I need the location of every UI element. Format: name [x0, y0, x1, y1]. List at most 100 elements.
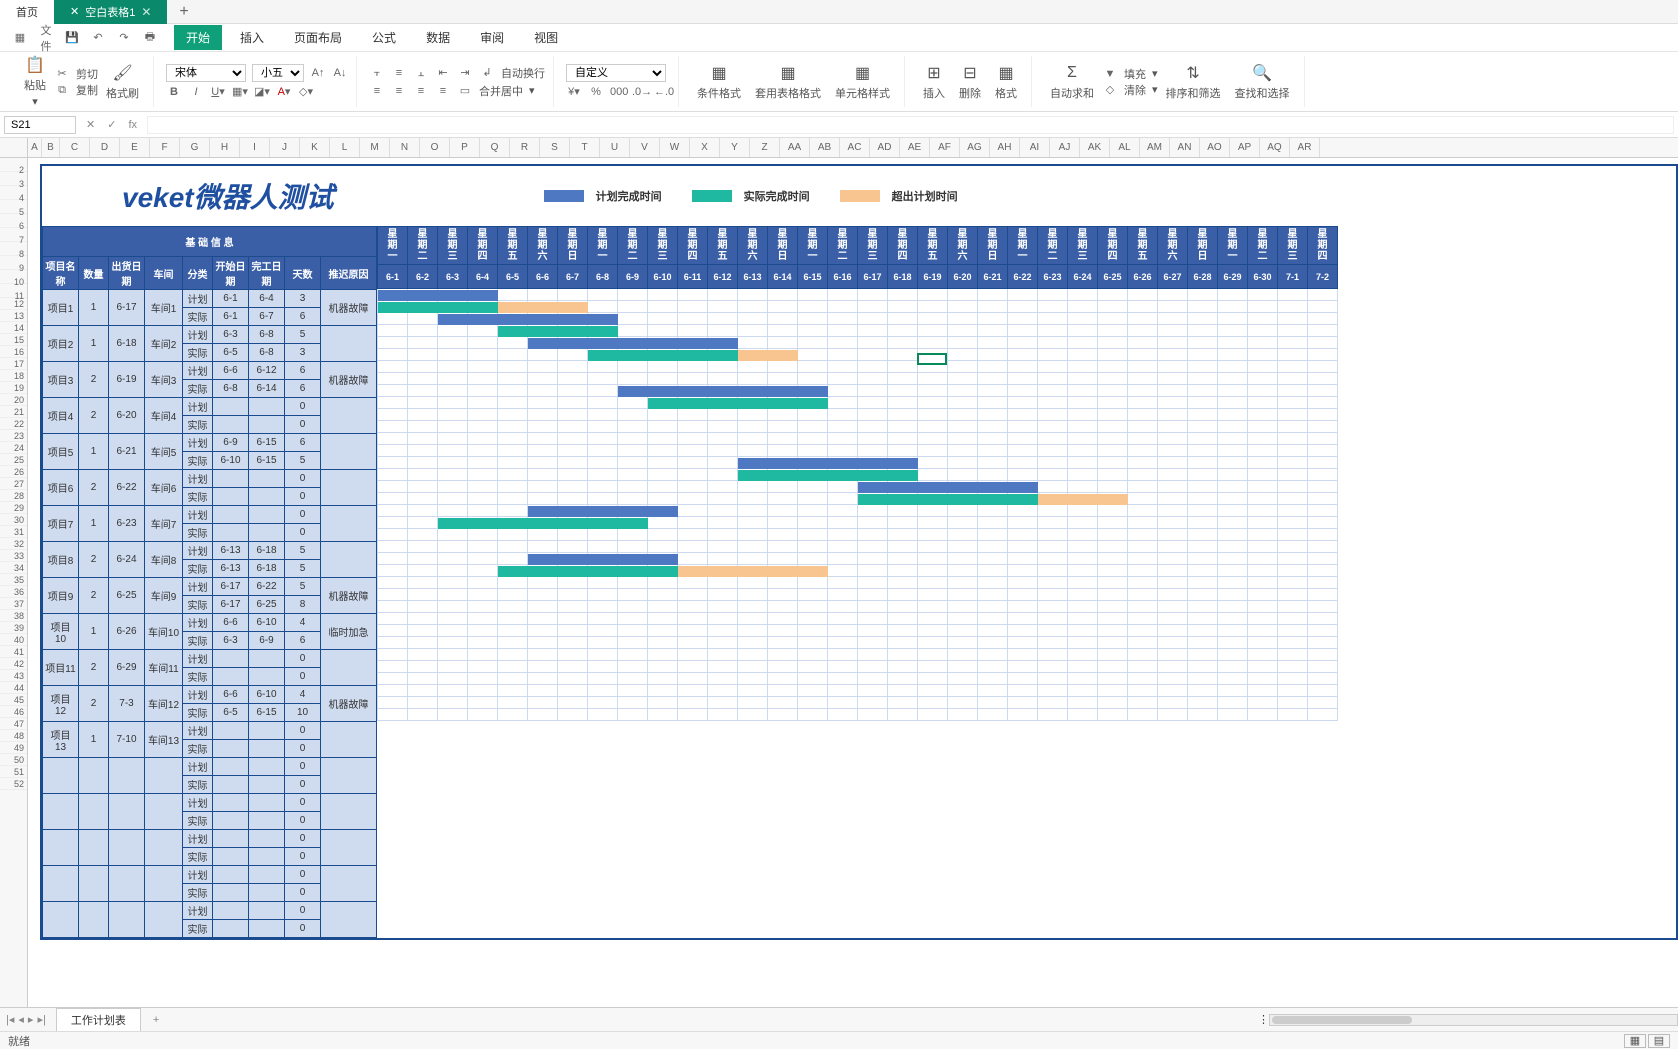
gantt-cell[interactable] — [888, 529, 918, 541]
cell-ship[interactable]: 7-10 — [109, 722, 145, 758]
cell-act-end[interactable]: 6-15 — [249, 452, 285, 470]
gantt-cell[interactable] — [1278, 361, 1308, 373]
row-header[interactable]: 25 — [0, 454, 27, 466]
cell-plan-end[interactable] — [249, 506, 285, 524]
cell-act-start[interactable] — [213, 488, 249, 506]
gantt-cell[interactable] — [408, 589, 438, 601]
gantt-cell[interactable] — [1128, 421, 1158, 433]
gantt-cell[interactable] — [1188, 433, 1218, 445]
cell-qty[interactable] — [79, 830, 109, 866]
gantt-cell[interactable] — [708, 577, 738, 589]
cell-name[interactable]: 项目9 — [43, 578, 79, 614]
cell-ship[interactable] — [109, 866, 145, 902]
column-header[interactable]: AK — [1080, 138, 1110, 157]
cell-act-end[interactable] — [249, 488, 285, 506]
gantt-cell[interactable] — [528, 613, 558, 625]
row-header[interactable]: 45 — [0, 694, 27, 706]
gantt-cell[interactable] — [1038, 601, 1068, 613]
gantt-cell[interactable] — [1248, 673, 1278, 685]
cell-plan-end[interactable]: 6-8 — [249, 326, 285, 344]
gantt-cell[interactable] — [1128, 337, 1158, 349]
gantt-cell[interactable] — [1038, 373, 1068, 385]
cell-qty[interactable]: 2 — [79, 686, 109, 722]
gantt-cell[interactable] — [378, 637, 408, 649]
row-header[interactable]: 21 — [0, 406, 27, 418]
cell-reason[interactable]: 机器故障 — [321, 290, 377, 326]
gantt-cell[interactable] — [468, 337, 498, 349]
gantt-cell[interactable] — [1278, 697, 1308, 709]
cell-qty[interactable]: 2 — [79, 398, 109, 434]
gantt-cell[interactable] — [888, 673, 918, 685]
gantt-cell[interactable] — [588, 421, 618, 433]
cell-type-actual[interactable]: 实际 — [183, 524, 213, 542]
sort-filter-button[interactable]: ⇅排序和筛选 — [1160, 61, 1227, 103]
comma-icon[interactable]: 000 — [610, 84, 626, 100]
gantt-cell[interactable] — [1098, 457, 1128, 469]
gantt-cell[interactable] — [1128, 469, 1158, 481]
gantt-cell[interactable] — [1068, 685, 1098, 697]
gantt-cell[interactable] — [1158, 493, 1188, 505]
gantt-cell[interactable] — [1038, 589, 1068, 601]
gantt-cell[interactable] — [1278, 481, 1308, 493]
gantt-cell[interactable] — [888, 325, 918, 337]
gantt-cell[interactable] — [1248, 325, 1278, 337]
cell-qty[interactable]: 1 — [79, 434, 109, 470]
gantt-cell[interactable] — [378, 289, 408, 301]
more-font-icon[interactable]: ◇▾ — [298, 84, 314, 100]
gantt-cell[interactable] — [1098, 709, 1128, 721]
gantt-cell[interactable] — [1188, 457, 1218, 469]
cell-plan-start[interactable]: 6-17 — [213, 578, 249, 596]
cell-act-end[interactable] — [249, 884, 285, 902]
gantt-cell[interactable] — [1128, 397, 1158, 409]
gantt-cell[interactable] — [1128, 577, 1158, 589]
gantt-cell[interactable] — [468, 361, 498, 373]
gantt-cell[interactable] — [678, 577, 708, 589]
gantt-cell[interactable] — [1188, 589, 1218, 601]
gantt-cell[interactable] — [1218, 481, 1248, 493]
gantt-cell[interactable] — [1308, 709, 1338, 721]
gantt-cell[interactable] — [1098, 337, 1128, 349]
gantt-cell[interactable] — [768, 577, 798, 589]
gantt-cell[interactable] — [678, 433, 708, 445]
cell-shop[interactable]: 车间9 — [145, 578, 183, 614]
menu-layout[interactable]: 页面布局 — [282, 25, 354, 50]
gantt-cell[interactable] — [828, 325, 858, 337]
gantt-cell[interactable] — [588, 685, 618, 697]
wrap-text-label[interactable]: 自动换行 — [501, 65, 545, 81]
gantt-cell[interactable] — [1278, 409, 1308, 421]
cell-act-end[interactable]: 6-25 — [249, 596, 285, 614]
gantt-cell[interactable] — [948, 313, 978, 325]
gantt-cell[interactable] — [1278, 553, 1308, 565]
cell-plan-end[interactable] — [249, 794, 285, 812]
row-header[interactable]: 40 — [0, 634, 27, 646]
gantt-cell[interactable] — [1308, 373, 1338, 385]
gantt-cell[interactable] — [1248, 313, 1278, 325]
cell-grid[interactable]: veket微器人测试 计划完成时间 实际完成时间 超出计划时间 基 础 信 息项… — [28, 158, 1678, 1007]
gantt-cell[interactable] — [438, 397, 468, 409]
gantt-cell[interactable] — [1278, 661, 1308, 673]
gantt-cell[interactable] — [1068, 541, 1098, 553]
gantt-cell[interactable] — [468, 589, 498, 601]
gantt-cell[interactable] — [858, 541, 888, 553]
cell-reason[interactable]: 机器故障 — [321, 578, 377, 614]
gantt-cell[interactable] — [978, 517, 1008, 529]
cell-name[interactable]: 项目13 — [43, 722, 79, 758]
cell-act-start[interactable]: 6-5 — [213, 704, 249, 722]
gantt-cell[interactable] — [678, 469, 708, 481]
gantt-cell[interactable] — [1188, 481, 1218, 493]
gantt-cell[interactable] — [1098, 577, 1128, 589]
gantt-cell[interactable] — [558, 577, 588, 589]
gantt-cell[interactable] — [1188, 625, 1218, 637]
cell-reason[interactable] — [321, 434, 377, 470]
gantt-cell[interactable] — [1098, 301, 1128, 313]
gantt-cell[interactable] — [738, 517, 768, 529]
sheet-nav-prev-icon[interactable]: ◂ — [18, 1013, 24, 1026]
gantt-cell[interactable] — [1038, 325, 1068, 337]
gantt-cell[interactable] — [888, 397, 918, 409]
gantt-cell[interactable] — [1068, 469, 1098, 481]
gantt-cell[interactable] — [1218, 397, 1248, 409]
gantt-cell[interactable] — [1068, 661, 1098, 673]
row-header[interactable]: 50 — [0, 754, 27, 766]
cell-plan-days[interactable]: 6 — [285, 434, 321, 452]
gantt-cell[interactable] — [1308, 505, 1338, 517]
